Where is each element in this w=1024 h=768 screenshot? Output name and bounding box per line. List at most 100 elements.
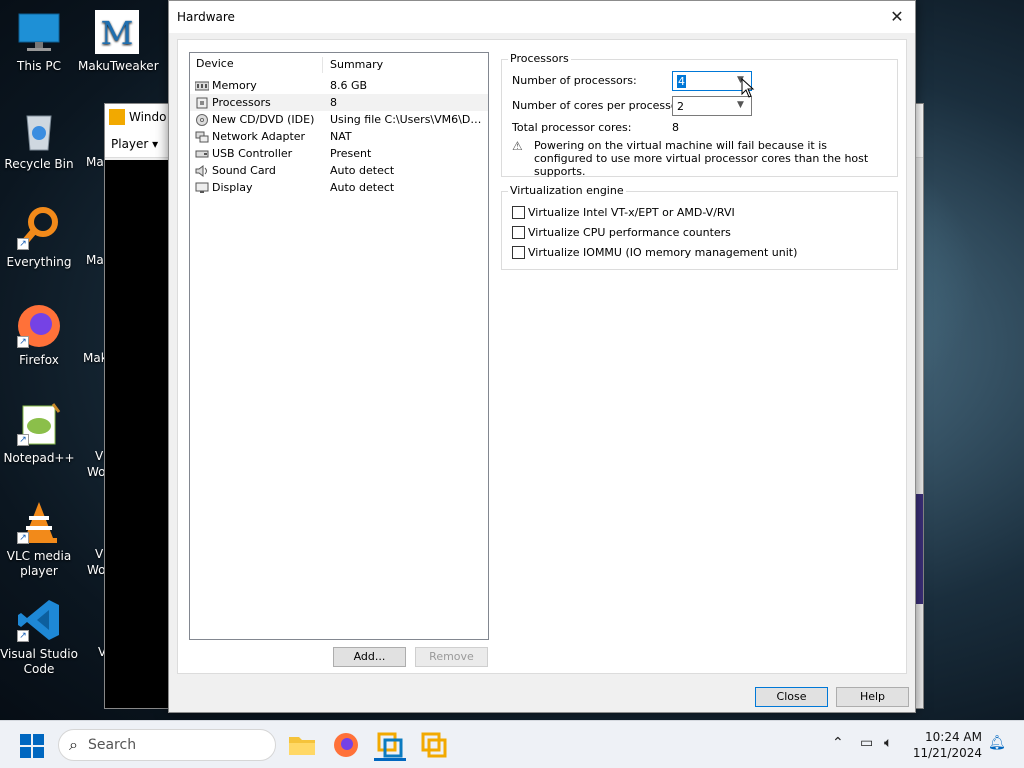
usb-icon <box>195 148 209 160</box>
total-cores-value: 8 <box>672 121 679 134</box>
cores-per-processor-value: 2 <box>677 99 684 113</box>
desktop-icon-vlc[interactable]: ↗ VLC media player <box>0 498 78 579</box>
desktop-icon-everything[interactable]: ↗ Everything <box>0 204 78 270</box>
chevron-up-icon[interactable]: ⌃ <box>832 735 844 751</box>
shortcut-arrow-icon: ↗ <box>17 630 29 642</box>
desktop-icon-label: Notepad++ <box>3 451 75 465</box>
taskbar-search[interactable]: ⌕ Search <box>58 729 276 761</box>
column-header-device[interactable]: Device <box>190 56 323 73</box>
checkbox-vtx[interactable]: Virtualize Intel VT-x/EPT or AMD-V/RVI <box>512 206 735 219</box>
warning-icon: ⚠ <box>512 139 523 153</box>
device-row-processors[interactable]: Processors 8 <box>190 94 488 111</box>
volume-icon[interactable]: 🔈︎ <box>884 735 892 751</box>
windows-logo-tile <box>33 747 44 758</box>
desktop-icon-label: Everything <box>6 255 72 269</box>
checkbox-box[interactable] <box>512 206 525 219</box>
taskbar-clock[interactable]: 10:24 AM 11/21/2024 <box>913 729 982 761</box>
device-summary: NAT <box>330 130 352 143</box>
memory-icon <box>194 80 210 92</box>
cd-icon <box>195 113 209 126</box>
device-name: USB Controller <box>212 147 293 160</box>
makutweaker-icon: M <box>93 8 141 56</box>
start-button[interactable] <box>20 734 44 758</box>
cores-per-processor-select[interactable]: 2 ▼ <box>672 96 752 116</box>
device-row-usb[interactable]: USB Controller Present <box>190 145 488 162</box>
checkbox-iommu[interactable]: Virtualize IOMMU (IO memory management u… <box>512 246 797 259</box>
shortcut-arrow-icon: ↗ <box>17 434 29 446</box>
taskbar: ⌕ Search ⌃ ▭ 🔈︎ 10:24 AM 11/21/2024 🔔︎ <box>0 720 1024 768</box>
firefox-icon: ↗ <box>15 302 63 350</box>
taskbar-file-explorer[interactable] <box>286 729 318 761</box>
virtualization-group: Virtualization engine Virtualize Intel V… <box>501 184 898 270</box>
desktop-icon-firefox[interactable]: ↗ Firefox <box>0 302 78 368</box>
cores-per-processor-label: Number of cores per processor: <box>512 99 686 112</box>
device-row-cddvd[interactable]: New CD/DVD (IDE) Using file C:\Users\VM6… <box>190 111 488 128</box>
device-row-memory[interactable]: Memory 8.6 GB <box>190 77 488 94</box>
desktop-icon-this-pc[interactable]: This PC <box>0 8 78 74</box>
network-tray-icon[interactable]: ▭ <box>860 735 873 751</box>
shortcut-arrow-icon: ↗ <box>17 532 29 544</box>
device-row-display[interactable]: Display Auto detect <box>190 179 488 196</box>
close-button[interactable]: Close <box>755 687 828 707</box>
vmware-icon <box>377 732 403 758</box>
desktop-icon-notepadpp[interactable]: ↗ Notepad++ <box>0 400 78 466</box>
everything-icon: ↗ <box>15 204 63 252</box>
device-row-sound[interactable]: Sound Card Auto detect <box>190 162 488 179</box>
dialog-body: Device Summary Memory 8.6 GB Processors … <box>177 39 907 674</box>
device-row-network[interactable]: Network Adapter NAT <box>190 128 488 145</box>
chevron-down-icon: ▼ <box>737 100 744 110</box>
warning-text: Powering on the virtual machine will fai… <box>534 139 869 178</box>
remove-button[interactable]: Remove <box>415 647 488 667</box>
taskbar-firefox[interactable] <box>330 729 362 761</box>
partial-icon-label: Wo <box>87 563 106 577</box>
device-summary: Present <box>330 147 372 160</box>
vmware-window-title: Windo <box>129 110 167 124</box>
search-placeholder: Search <box>87 737 137 753</box>
desktop-icon-recycle-bin[interactable]: Recycle Bin <box>0 106 78 172</box>
clock-date: 11/21/2024 <box>912 746 982 760</box>
monitor-icon <box>15 8 63 56</box>
virtualization-group-title: Virtualization engine <box>508 184 626 197</box>
desktop-icon-makutweaker[interactable]: M MakuTweaker <box>78 8 159 74</box>
desktop-icon-vscode[interactable]: ↗ Visual Studio Code <box>0 596 78 677</box>
firefox-icon <box>334 733 358 757</box>
vscode-icon: ↗ <box>15 596 63 644</box>
player-menu[interactable]: Player ▾ <box>111 137 158 151</box>
device-summary: 8 <box>330 96 337 109</box>
device-list[interactable]: Device Summary Memory 8.6 GB Processors … <box>189 52 489 640</box>
device-name: Display <box>212 181 253 194</box>
taskbar-vmware-player[interactable] <box>418 729 450 761</box>
checkbox-box[interactable] <box>512 246 525 259</box>
notification-bell-icon[interactable]: 🔔︎ <box>988 735 1006 751</box>
desktop-icon-label: MakuTweaker <box>78 59 159 73</box>
checkbox-perf-counters[interactable]: Virtualize CPU performance counters <box>512 226 731 239</box>
vm-console-area[interactable] <box>105 160 169 708</box>
checkbox-box[interactable] <box>512 226 525 239</box>
monitor-icon <box>195 182 209 194</box>
num-processors-select[interactable]: 4 ▼ <box>672 71 752 91</box>
column-header-summary[interactable]: Summary <box>323 58 383 71</box>
num-processors-value: 4 <box>677 74 686 88</box>
vmware-player-icon <box>421 732 447 758</box>
windows-logo-tile <box>33 734 44 745</box>
device-list-header: Device Summary <box>190 53 488 77</box>
device-name: Network Adapter <box>212 130 306 143</box>
windows-logo-tile <box>20 747 31 758</box>
desktop-icon-label: VLC media player <box>6 549 72 578</box>
close-icon[interactable]: ✕ <box>885 5 909 29</box>
taskbar-vmware-active[interactable] <box>374 729 406 761</box>
network-icon <box>195 131 209 143</box>
help-button[interactable]: Help <box>836 687 909 707</box>
device-name: Memory <box>212 79 257 92</box>
shortcut-arrow-icon: ↗ <box>17 336 29 348</box>
partial-icon-label: Wo <box>87 465 106 479</box>
warning-message: ⚠ Powering on the virtual machine will f… <box>512 139 892 178</box>
shortcut-arrow-icon: ↗ <box>17 238 29 250</box>
recycle-bin-icon <box>15 106 63 154</box>
speaker-icon <box>195 164 209 177</box>
device-summary: Auto detect <box>330 164 395 177</box>
mouse-cursor-icon <box>741 77 755 101</box>
device-name: New CD/DVD (IDE) <box>212 113 315 126</box>
add-button[interactable]: Add... <box>333 647 406 667</box>
vmware-logo-icon <box>109 109 125 125</box>
